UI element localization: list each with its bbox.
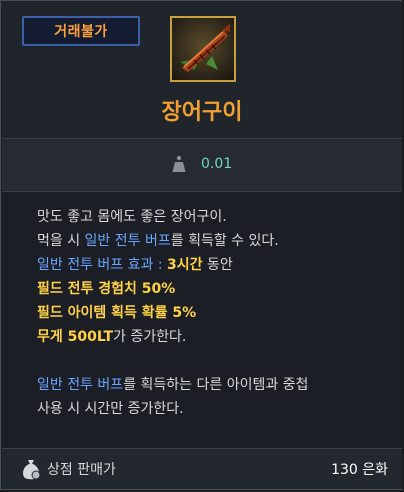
- text: 를 획득하는 다른 아이템과 중첩: [123, 377, 309, 393]
- description-line: 먹을 시 일반 전투 버프를 획득할 수 있다.: [37, 230, 279, 250]
- buff-duration: 3시간: [167, 257, 203, 273]
- description-line: 일반 전투 버프 효과 : 3시간 동안: [37, 254, 233, 274]
- text: 가 증가한다.: [113, 329, 187, 345]
- buff-link[interactable]: 일반 전투 버프: [37, 377, 123, 393]
- description-line: 무게 500LT가 증가한다.: [37, 326, 186, 346]
- weight-value: 0.01: [201, 156, 233, 172]
- weight-row: 0.01: [2, 139, 402, 191]
- text: 동안: [202, 257, 233, 273]
- sell-price: 130 은화: [331, 462, 388, 478]
- description-panel: 맛도 좋고 몸에도 좋은 장어구이. 먹을 시 일반 전투 버프를 획득할 수 …: [2, 192, 402, 448]
- item-name: 장어구이: [161, 100, 243, 125]
- text: 를 획득할 수 있다.: [170, 233, 279, 249]
- grilled-eel-icon: [170, 16, 236, 82]
- money-bag-icon: [21, 458, 41, 480]
- shop-price-label: 상점 판매가: [47, 462, 116, 478]
- weight-icon: [172, 155, 186, 173]
- text: 먹을 시: [37, 233, 85, 249]
- untradeable-badge: 거래불가: [22, 16, 140, 46]
- description-line: 사용 시 시간만 증가한다.: [37, 401, 184, 417]
- buff-effect-label: 일반 전투 버프 효과 :: [37, 257, 168, 273]
- buff-effect-drop: 필드 아이템 획득 확률 5%: [37, 305, 197, 321]
- description-line: 일반 전투 버프를 획득하는 다른 아이템과 중첩: [37, 374, 308, 394]
- buff-effect-weight: 무게 500LT: [37, 329, 114, 345]
- tooltip-header: 거래불가 장어구이: [2, 2, 402, 138]
- buff-link[interactable]: 일반 전투 버프: [85, 233, 171, 249]
- buff-effect-exp: 필드 전투 경험치 50%: [37, 281, 176, 297]
- description-line: 맛도 좋고 몸에도 좋은 장어구이.: [37, 209, 227, 225]
- footer: 상점 판매가 130 은화: [2, 449, 402, 489]
- item-tooltip: 거래불가 장어구이 0.01 맛도 좋고 몸에도 좋은 장어구이. 먹을 시 일…: [0, 0, 402, 490]
